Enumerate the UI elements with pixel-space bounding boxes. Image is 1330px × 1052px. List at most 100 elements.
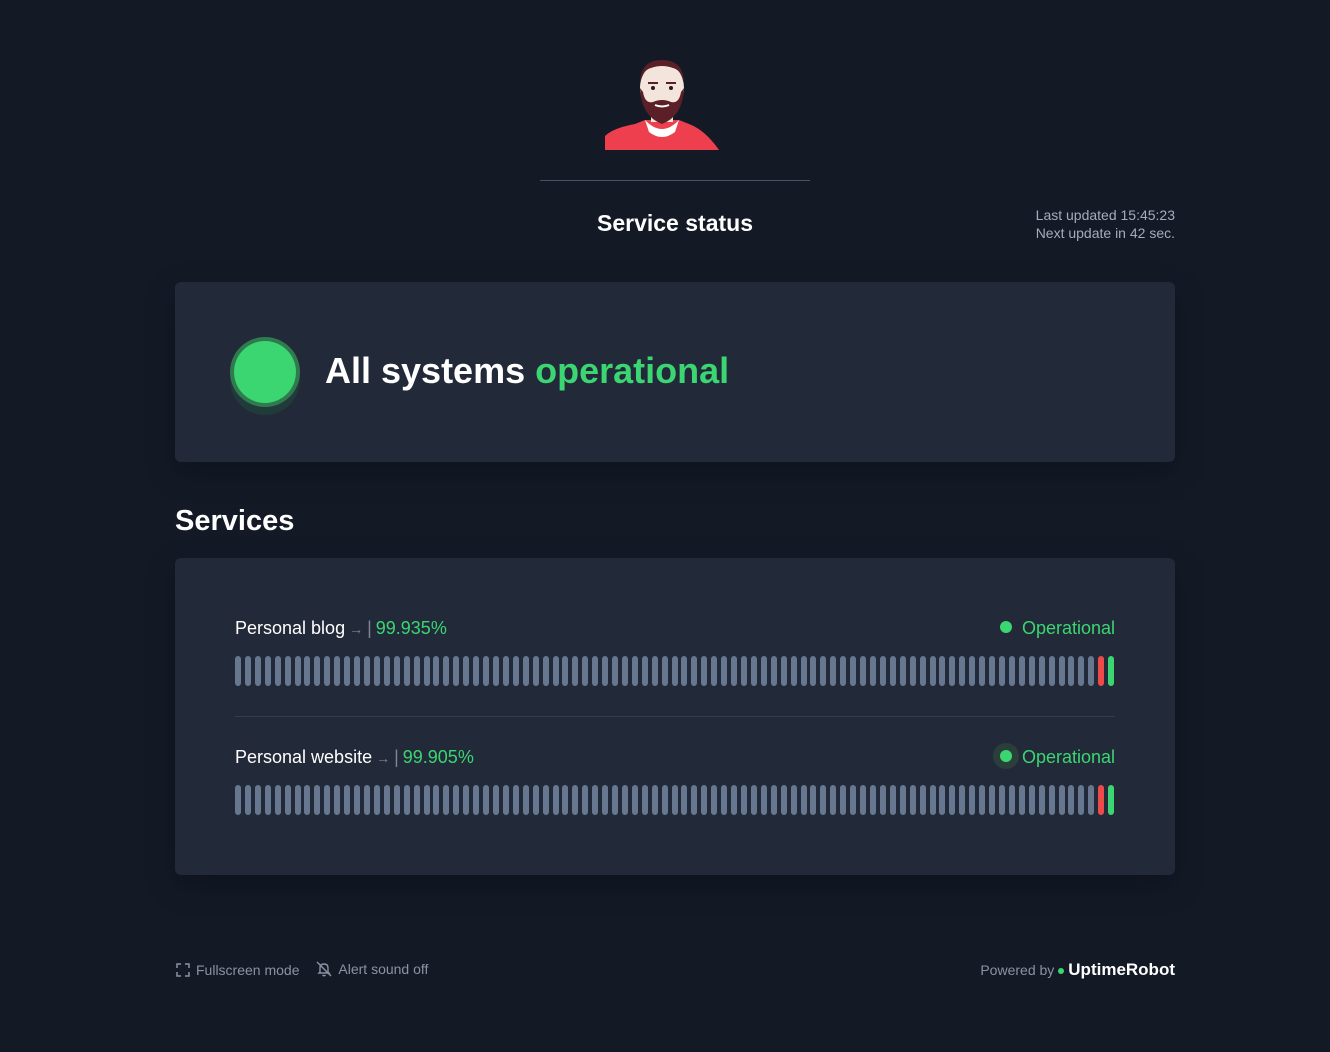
uptime-bar[interactable] xyxy=(641,656,648,686)
uptime-bar[interactable] xyxy=(701,785,708,815)
uptime-bar[interactable] xyxy=(899,785,906,815)
uptime-bar[interactable] xyxy=(264,656,271,686)
uptime-bar[interactable] xyxy=(542,656,549,686)
alert-sound-toggle[interactable]: Alert sound off xyxy=(315,960,428,978)
uptime-bar[interactable] xyxy=(691,785,698,815)
uptime-bar[interactable] xyxy=(651,785,658,815)
uptime-bar[interactable] xyxy=(840,656,847,686)
uptime-bar[interactable] xyxy=(879,785,886,815)
uptime-bar[interactable] xyxy=(770,656,777,686)
uptime-bar[interactable] xyxy=(582,656,589,686)
uptime-bar[interactable] xyxy=(929,785,936,815)
uptime-bar[interactable] xyxy=(443,785,450,815)
uptime-bar[interactable] xyxy=(314,656,321,686)
uptime-bar[interactable] xyxy=(1048,656,1055,686)
uptime-bar[interactable] xyxy=(304,656,311,686)
uptime-bar[interactable] xyxy=(1058,656,1065,686)
uptime-bar[interactable] xyxy=(969,656,976,686)
uptime-bar[interactable] xyxy=(741,785,748,815)
uptime-bar[interactable] xyxy=(254,656,261,686)
uptime-bar[interactable] xyxy=(721,785,728,815)
uptime-bar[interactable] xyxy=(979,656,986,686)
uptime-bar[interactable] xyxy=(820,656,827,686)
uptime-bar[interactable] xyxy=(701,656,708,686)
uptime-bar[interactable] xyxy=(998,785,1005,815)
uptime-bar[interactable] xyxy=(572,656,579,686)
uptimerobot-link[interactable]: UptimeRobot xyxy=(1068,960,1175,979)
uptime-bar[interactable] xyxy=(274,785,281,815)
uptime-bar[interactable] xyxy=(562,656,569,686)
uptime-bar[interactable] xyxy=(463,785,470,815)
uptime-bar[interactable] xyxy=(363,656,370,686)
uptime-bar[interactable] xyxy=(1008,656,1015,686)
uptime-bar[interactable] xyxy=(800,656,807,686)
uptime-bar[interactable] xyxy=(949,785,956,815)
uptime-bar[interactable] xyxy=(850,785,857,815)
uptime-bar[interactable] xyxy=(621,785,628,815)
uptime-bar[interactable] xyxy=(840,785,847,815)
uptime-bar[interactable] xyxy=(393,785,400,815)
uptime-bar[interactable] xyxy=(363,785,370,815)
uptime-bar[interactable] xyxy=(344,656,351,686)
uptime-bar[interactable] xyxy=(284,656,291,686)
uptime-bar[interactable] xyxy=(274,656,281,686)
uptime-bar[interactable] xyxy=(254,785,261,815)
uptime-bar[interactable] xyxy=(612,785,619,815)
uptime-bar[interactable] xyxy=(790,785,797,815)
uptime-bar[interactable] xyxy=(959,656,966,686)
uptime-bar[interactable] xyxy=(1078,785,1085,815)
uptime-bar[interactable] xyxy=(453,785,460,815)
uptime-bar[interactable] xyxy=(473,785,480,815)
uptime-bar[interactable] xyxy=(830,656,837,686)
uptime-bar[interactable] xyxy=(413,785,420,815)
uptime-bar[interactable] xyxy=(800,785,807,815)
uptime-bar[interactable] xyxy=(354,656,361,686)
uptime-bar[interactable] xyxy=(919,785,926,815)
uptime-bar[interactable] xyxy=(324,656,331,686)
uptime-bar[interactable] xyxy=(1108,785,1115,815)
uptime-bar[interactable] xyxy=(502,656,509,686)
uptime-bar[interactable] xyxy=(383,785,390,815)
uptime-bar[interactable] xyxy=(959,785,966,815)
uptime-bar[interactable] xyxy=(760,785,767,815)
uptime-bar[interactable] xyxy=(483,785,490,815)
uptime-bar[interactable] xyxy=(582,785,589,815)
uptime-bar[interactable] xyxy=(641,785,648,815)
uptime-bar[interactable] xyxy=(552,785,559,815)
fullscreen-button[interactable]: Fullscreen mode xyxy=(175,962,300,978)
arrow-right-icon[interactable]: → xyxy=(376,750,390,766)
uptime-bar[interactable] xyxy=(998,656,1005,686)
uptime-bar[interactable] xyxy=(383,656,390,686)
uptime-bar[interactable] xyxy=(929,656,936,686)
uptime-bar[interactable] xyxy=(889,785,896,815)
uptime-bar[interactable] xyxy=(1038,656,1045,686)
uptime-bar[interactable] xyxy=(760,656,767,686)
uptime-bar[interactable] xyxy=(453,656,460,686)
uptime-bar[interactable] xyxy=(780,785,787,815)
uptime-bar[interactable] xyxy=(532,785,539,815)
uptime-bar[interactable] xyxy=(1058,785,1065,815)
uptime-bar[interactable] xyxy=(939,785,946,815)
uptime-bar[interactable] xyxy=(433,785,440,815)
uptime-bar[interactable] xyxy=(681,785,688,815)
uptime-bar[interactable] xyxy=(731,785,738,815)
uptime-bar[interactable] xyxy=(294,656,301,686)
uptime-bar[interactable] xyxy=(235,785,241,815)
uptime-bar[interactable] xyxy=(1098,656,1105,686)
uptime-bar[interactable] xyxy=(989,785,996,815)
uptime-bar[interactable] xyxy=(870,656,876,686)
uptime-bar[interactable] xyxy=(324,785,331,815)
uptime-bar[interactable] xyxy=(393,656,400,686)
uptime-bar[interactable] xyxy=(492,656,499,686)
uptime-bar[interactable] xyxy=(542,785,549,815)
uptime-bar[interactable] xyxy=(433,656,440,686)
uptime-bar[interactable] xyxy=(750,785,757,815)
uptime-bar[interactable] xyxy=(711,656,718,686)
uptime-bar[interactable] xyxy=(870,785,876,815)
uptime-bar[interactable] xyxy=(403,656,410,686)
uptime-bar[interactable] xyxy=(671,785,678,815)
uptime-bar[interactable] xyxy=(463,656,470,686)
uptime-bar[interactable] xyxy=(592,656,599,686)
uptime-bar[interactable] xyxy=(532,656,539,686)
uptime-bar[interactable] xyxy=(651,656,658,686)
